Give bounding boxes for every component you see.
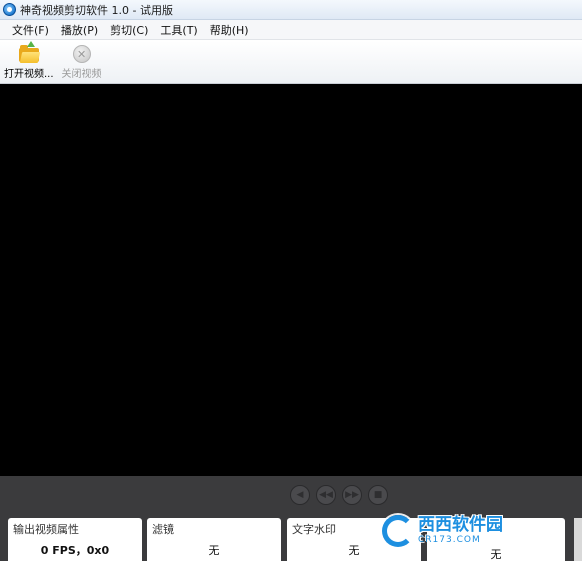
window-title: 神奇视频剪切软件 1.0 - 试用版 [20, 3, 173, 17]
open-video-label: 打开视频... [4, 69, 54, 80]
filter-title: 滤镜 [152, 523, 174, 536]
close-video-button[interactable]: ✕ 关闭视频 [58, 40, 106, 83]
panel-scroll-edge [574, 518, 582, 561]
menu-bar: 文件(F) 播放(P) 剪切(C) 工具(T) 帮助(H) [0, 20, 582, 40]
menu-help[interactable]: 帮助(H) [204, 20, 255, 40]
filter-value: 无 [208, 544, 220, 557]
watermark-sub-text: CR173.COM [418, 535, 481, 545]
close-circle-icon: ✕ [72, 45, 91, 63]
watermark-logo-icon [382, 515, 414, 547]
forward-icon[interactable]: ▶▶ [342, 485, 362, 505]
menu-play[interactable]: 播放(P) [55, 20, 104, 40]
menu-cut[interactable]: 剪切(C) [104, 20, 154, 40]
menu-tools[interactable]: 工具(T) [154, 20, 203, 40]
filter-card[interactable]: 滤镜 无 [147, 518, 281, 561]
text-watermark-title: 文字水印 [292, 523, 336, 536]
stop-icon[interactable]: ■ [368, 485, 388, 505]
toolbar: 打开视频... ✕ 关闭视频 [0, 41, 582, 84]
video-preview-area[interactable] [0, 84, 582, 476]
open-folder-icon [18, 41, 40, 63]
close-video-label: 关闭视频 [61, 69, 102, 80]
output-properties-title: 输出视频属性 [13, 523, 79, 536]
previous-icon[interactable]: ◀ [290, 485, 310, 505]
playback-controls: ◀ ◀◀ ▶▶ ■ [290, 485, 388, 505]
output-properties-value: 0 FPS，0x0 [40, 544, 110, 557]
open-video-button[interactable]: 打开视频... [0, 40, 58, 83]
watermark-main-text: 西西软件园 [418, 515, 503, 535]
rewind-icon[interactable]: ◀◀ [316, 485, 336, 505]
title-bar: 神奇视频剪切软件 1.0 - 试用版 [0, 0, 582, 20]
app-logo-icon [3, 3, 16, 16]
output-properties-card[interactable]: 输出视频属性 0 FPS，0x0 [8, 518, 142, 561]
site-watermark: 西西软件园 CR173.COM [382, 511, 562, 551]
menu-file[interactable]: 文件(F) [6, 20, 55, 40]
